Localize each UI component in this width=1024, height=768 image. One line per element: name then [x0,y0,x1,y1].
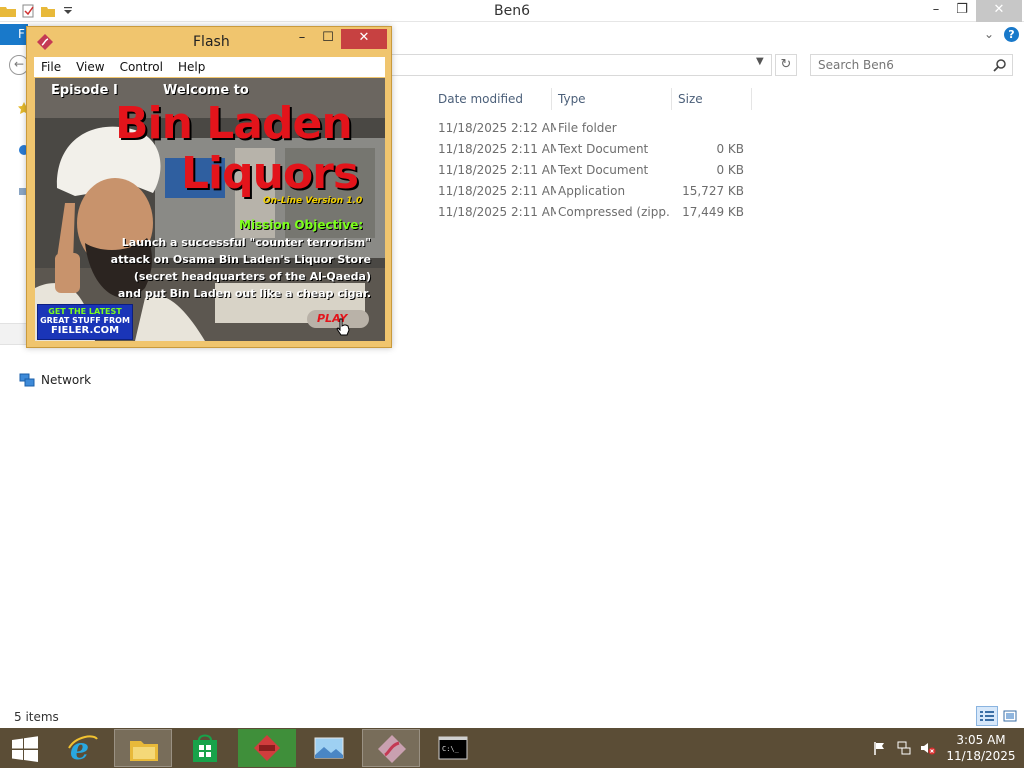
refresh-button[interactable]: ↻ [775,54,797,76]
taskbar-photo-viewer[interactable] [300,729,358,767]
expand-ribbon-icon[interactable]: ⌄ [984,27,994,41]
help-icon[interactable]: ? [1004,27,1019,42]
row-date: 11/18/2025 2:11 AM [438,163,556,177]
explorer-title-bar[interactable]: Ben6 – ❐ ✕ [0,0,1024,22]
search-box[interactable] [810,54,1013,76]
file-tab[interactable]: F [0,24,28,45]
mission-text-line: and put Bin Laden out like a cheap cigar… [117,287,371,300]
taskbar-flash-app[interactable] [238,729,296,767]
hand-cursor-icon [336,318,350,336]
command-prompt-icon: C:\_ [438,736,468,760]
row-type: File folder [558,121,617,135]
clock-date: 11/18/2025 [946,749,1016,763]
table-row[interactable]: 11/18/2025 2:12 AM File folder [432,118,752,139]
game-title-line1: Bin Laden [115,98,353,149]
details-view-icon [980,711,994,721]
large-icons-view-button[interactable] [1000,706,1020,726]
row-size: 17,449 KB [682,205,744,219]
navigation-pane [0,80,30,700]
window-title: Ben6 [494,3,530,19]
flash-maximize-button[interactable]: ☐ [315,29,341,49]
taskbar-internet-explorer[interactable]: e [54,729,112,767]
restore-button[interactable]: ❐ [948,0,976,22]
menu-control[interactable]: Control [113,60,171,74]
game-title-line2: Liquors [181,148,359,199]
internet-explorer-icon: e [68,732,98,767]
row-type: Application [558,184,626,198]
svg-text:C:\_: C:\_ [442,745,460,753]
close-button[interactable]: ✕ [976,0,1022,22]
row-type: Text Document [558,142,649,156]
store-icon [193,734,217,762]
details-view-button[interactable] [976,706,998,726]
item-count: 5 items [14,710,59,724]
menu-file[interactable]: File [34,60,69,74]
action-center-flag-icon[interactable] [872,740,888,756]
table-row[interactable]: 11/18/2025 2:11 AM Compressed (zipp... 1… [432,202,752,223]
taskbar-command-prompt[interactable]: C:\_ [424,729,482,767]
column-type[interactable]: Type [552,88,672,110]
flash-game-screen[interactable]: Episode I Welcome to Bin Laden Liquors O… [35,78,385,341]
promo-line: GET THE LATEST [48,307,122,316]
address-history-icon[interactable]: ▼ [756,56,764,67]
taskbar-flash-player[interactable] [362,729,420,767]
fieler-promo-link[interactable]: GET THE LATEST GREAT STUFF FROM FIELER.C… [37,304,133,340]
mission-text-line: attack on Osama Bin Laden's Liquor Store [110,253,371,266]
search-icon[interactable] [993,58,1007,72]
volume-muted-icon[interactable] [920,740,936,756]
network-icon [19,373,35,387]
large-icons-view-icon [1003,710,1017,722]
network-label: Network [41,373,92,387]
flash-player-window[interactable]: Flash – ☐ ✕ File View Control Help Episo [26,26,392,348]
search-input[interactable] [812,56,990,74]
minimize-button[interactable]: – [922,0,950,22]
file-explorer-icon [130,741,158,761]
flash-close-button[interactable]: ✕ [341,29,387,49]
row-type: Text Document [558,163,649,177]
mission-text-line: (secret headquarters of the Al-Qaeda) [133,270,371,283]
promo-line: GREAT STUFF FROM [40,316,130,325]
episode-label: Episode I [51,83,118,98]
flash-window-title: Flash [193,34,230,50]
taskbar-clock[interactable]: 3:05 AM 11/18/2025 [946,732,1016,764]
row-date: 11/18/2025 2:11 AM [438,205,556,219]
flash-red-icon [254,735,280,761]
table-row[interactable]: 11/18/2025 2:11 AM Text Document 0 KB [432,160,752,181]
taskbar: e C:\_ 3:05 AM 11/18/2025 [0,728,1024,768]
promo-site: FIELER.COM [50,325,120,336]
network-tray-icon[interactable] [896,740,912,756]
system-tray [872,740,936,756]
flash-player-icon [378,735,406,763]
column-size[interactable]: Size [672,88,752,110]
menu-help[interactable]: Help [171,60,213,74]
row-date: 11/18/2025 2:12 AM [438,121,556,135]
status-bar: 5 items [0,706,1024,728]
row-size: 0 KB [716,163,744,177]
photo-viewer-icon [314,737,344,759]
row-size: 0 KB [716,142,744,156]
table-row[interactable]: 11/18/2025 2:11 AM Text Document 0 KB [432,139,752,160]
row-type: Compressed (zipp... [558,205,670,219]
row-size: 15,727 KB [682,184,744,198]
flash-menu-bar: File View Control Help [34,57,385,77]
taskbar-file-explorer[interactable] [114,729,172,767]
flash-app-icon [37,34,53,50]
clock-time: 3:05 AM [956,733,1006,747]
mission-text-line: Launch a successful "counter terrorism" [121,236,371,249]
column-date-modified[interactable]: Date modified [432,88,552,110]
table-row[interactable]: 11/18/2025 2:11 AM Application 15,727 KB [432,181,752,202]
selected-folder-item[interactable] [0,323,28,345]
flash-minimize-button[interactable]: – [289,29,315,49]
start-icon [12,736,38,762]
start-button[interactable] [0,729,50,767]
network-nav-item[interactable]: Network [19,371,91,389]
menu-view[interactable]: View [69,60,112,74]
mission-objective-label: Mission Objective: [239,218,364,232]
column-headers: Date modified Type Size [432,88,752,110]
taskbar-store[interactable] [176,729,234,767]
row-date: 11/18/2025 2:11 AM [438,184,556,198]
row-date: 11/18/2025 2:11 AM [438,142,556,156]
welcome-label: Welcome to [163,83,249,98]
version-label: On-Line Version 1.0 [263,196,363,206]
